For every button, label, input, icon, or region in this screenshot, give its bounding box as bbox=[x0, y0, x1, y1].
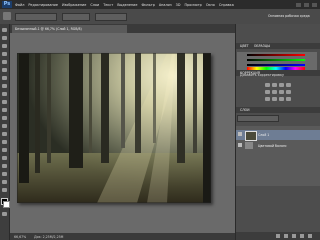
brush-size-field[interactable] bbox=[15, 13, 57, 21]
levels-icon[interactable] bbox=[272, 83, 277, 87]
layers-footer bbox=[236, 232, 320, 240]
type-tool-icon[interactable] bbox=[2, 148, 7, 152]
minimize-icon[interactable] bbox=[296, 2, 301, 7]
trash-icon[interactable] bbox=[308, 234, 312, 238]
document-info: Док: 2,25М/2,25М bbox=[34, 234, 64, 239]
new-layer-icon[interactable] bbox=[300, 234, 304, 238]
visibility-eye-icon[interactable] bbox=[238, 143, 242, 147]
blue-slider[interactable] bbox=[247, 64, 305, 66]
quick-mask-icon[interactable] bbox=[2, 212, 7, 216]
exposure-icon[interactable] bbox=[286, 83, 291, 87]
blend-mode-select[interactable] bbox=[237, 115, 279, 122]
green-slider[interactable] bbox=[247, 59, 305, 61]
mode-select[interactable] bbox=[62, 13, 90, 21]
layer-name[interactable]: Цветовой баланс bbox=[258, 144, 287, 148]
tools-panel bbox=[0, 24, 10, 240]
clone-stamp-tool-icon[interactable] bbox=[2, 92, 7, 96]
color-balance-icon[interactable] bbox=[279, 90, 284, 94]
layer-thumbnail bbox=[245, 131, 257, 141]
zoom-level[interactable]: 66,67% bbox=[14, 235, 26, 239]
vibrance-icon[interactable] bbox=[265, 90, 270, 94]
menu-item-view[interactable]: Просмотр bbox=[184, 3, 201, 7]
path-selection-tool-icon[interactable] bbox=[2, 156, 7, 160]
menu-item-file[interactable]: Файл bbox=[15, 3, 24, 7]
menu-item-layers[interactable]: Слои bbox=[90, 3, 99, 7]
menu-item-filter[interactable]: Фильтр bbox=[141, 3, 154, 7]
link-layers-icon[interactable] bbox=[276, 234, 280, 238]
menu-item-help[interactable]: Справка bbox=[219, 3, 234, 7]
menu-item-edit[interactable]: Редактирование bbox=[28, 3, 58, 7]
brush-tool-icon[interactable] bbox=[2, 84, 7, 88]
invert-icon[interactable] bbox=[265, 97, 270, 101]
shape-tool-icon[interactable] bbox=[2, 164, 7, 168]
menu-bar: Ps Файл Редактирование Изображение Слои … bbox=[0, 0, 320, 9]
background-color-swatch[interactable] bbox=[3, 201, 10, 208]
crop-tool-icon[interactable] bbox=[2, 60, 7, 64]
gradient-tool-icon[interactable] bbox=[2, 116, 7, 120]
menu-item-3d[interactable]: 3D bbox=[176, 3, 181, 7]
tab-swatches[interactable]: ОБРАЗЦЫ bbox=[250, 44, 270, 48]
dodge-tool-icon[interactable] bbox=[2, 132, 7, 136]
eraser-tool-icon[interactable] bbox=[2, 108, 7, 112]
curves-icon[interactable] bbox=[279, 83, 284, 87]
forest-photo bbox=[17, 53, 211, 203]
layers-panel-header: СЛОИ bbox=[236, 107, 320, 113]
menu-item-analysis[interactable]: Анализ bbox=[159, 3, 172, 7]
opacity-field[interactable] bbox=[95, 13, 127, 21]
add-style-icon[interactable] bbox=[284, 234, 288, 238]
tab-layers[interactable]: СЛОИ bbox=[236, 108, 250, 112]
menu-item-window[interactable]: Окно bbox=[206, 3, 215, 7]
forest-photo-graphic bbox=[17, 53, 211, 203]
options-bar: Основная рабочая среда bbox=[0, 9, 320, 25]
red-slider[interactable] bbox=[247, 54, 305, 56]
menu-items: Файл Редактирование Изображение Слои Тек… bbox=[15, 3, 234, 7]
menu-item-type[interactable]: Текст bbox=[103, 3, 113, 7]
eyedropper-tool-icon[interactable] bbox=[2, 68, 7, 72]
color-panel-header: ЦВЕТ ОБРАЗЦЫ bbox=[236, 43, 320, 49]
zoom-tool-icon[interactable] bbox=[2, 188, 7, 192]
photoshop-logo-icon: Ps bbox=[2, 1, 12, 8]
hand-tool-icon[interactable] bbox=[2, 180, 7, 184]
add-mask-icon[interactable] bbox=[292, 234, 296, 238]
layer-row[interactable]: Слой 1 bbox=[236, 130, 320, 141]
window-controls bbox=[296, 2, 317, 7]
layer-row[interactable]: Цветовой баланс bbox=[236, 141, 320, 150]
workspace-switcher[interactable]: Основная рабочая среда bbox=[268, 14, 310, 18]
pen-tool-icon[interactable] bbox=[2, 140, 7, 144]
3d-rotate-tool-icon[interactable] bbox=[2, 172, 7, 176]
tool-preset-icon[interactable] bbox=[3, 12, 11, 20]
history-brush-tool-icon[interactable] bbox=[2, 100, 7, 104]
quick-select-tool-icon[interactable] bbox=[2, 52, 7, 56]
adjustments-title: Добавить корректировку bbox=[240, 73, 284, 77]
healing-brush-tool-icon[interactable] bbox=[2, 76, 7, 80]
hue-saturation-icon[interactable] bbox=[272, 90, 277, 94]
status-bar: 66,67% Док: 2,25М/2,25М bbox=[10, 233, 235, 240]
adjustment-layer-icon bbox=[245, 142, 253, 149]
color-sliders[interactable] bbox=[237, 52, 317, 70]
menu-item-image[interactable]: Изображение bbox=[62, 3, 86, 7]
gradient-map-icon[interactable] bbox=[286, 97, 291, 101]
document-tab[interactable]: Безымянный-1 @ 66,7% (Слой 1, RGB/8) bbox=[12, 25, 127, 33]
posterize-icon[interactable] bbox=[272, 97, 277, 101]
lasso-tool-icon[interactable] bbox=[2, 44, 7, 48]
blur-tool-icon[interactable] bbox=[2, 124, 7, 128]
maximize-icon[interactable] bbox=[304, 2, 309, 7]
threshold-icon[interactable] bbox=[279, 97, 284, 101]
menu-item-select[interactable]: Выделение bbox=[117, 3, 137, 7]
layer-name[interactable]: Слой 1 bbox=[258, 133, 269, 137]
move-tool-icon[interactable] bbox=[2, 28, 7, 32]
tab-color[interactable]: ЦВЕТ bbox=[236, 44, 249, 48]
black-white-icon[interactable] bbox=[286, 90, 291, 94]
brightness-contrast-icon[interactable] bbox=[265, 83, 270, 87]
marquee-tool-icon[interactable] bbox=[2, 36, 7, 40]
close-icon[interactable] bbox=[312, 2, 317, 7]
visibility-eye-icon[interactable] bbox=[238, 132, 242, 136]
